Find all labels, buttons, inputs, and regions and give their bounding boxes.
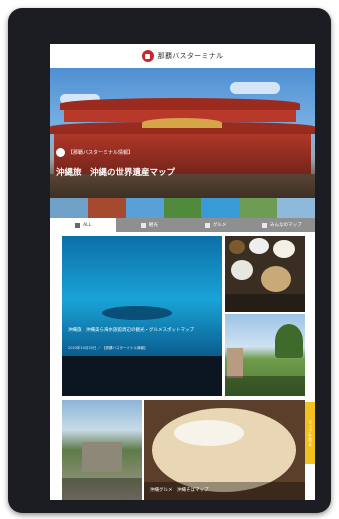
- camera-icon: [140, 222, 146, 228]
- bus-terminal-logo-icon[interactable]: [141, 50, 154, 62]
- hero-banner[interactable]: 【那覇バスターミナル情報】 沖縄旅 沖縄の世界遺産マップ: [50, 68, 315, 198]
- article-card-title: 沖縄旅 沖縄美ら海水族館周辺の観光・グルメスポットマップ: [68, 328, 194, 333]
- building-image: [227, 348, 243, 378]
- food-plate-image: [229, 240, 245, 254]
- article-card-soba[interactable]: 沖縄グルメ 沖縄そばマップ: [144, 400, 305, 500]
- article-card-title: 沖縄グルメ 沖縄そばマップ: [150, 488, 209, 493]
- hero-title[interactable]: 沖縄旅 沖縄の世界遺産マップ: [56, 166, 175, 178]
- thumbnail[interactable]: [277, 198, 315, 218]
- tablet-screen: 那覇バスターミナル 【那覇バスターミナル情報】 沖縄旅 沖縄の世界遺産マップ A…: [50, 44, 315, 500]
- tab-everyone-map[interactable]: みんなのマップ: [249, 218, 315, 232]
- grid-icon: [75, 222, 81, 228]
- food-plate-image: [231, 260, 253, 280]
- thumbnail[interactable]: [163, 198, 202, 218]
- castle-roof-upper: [60, 98, 300, 110]
- site-title[interactable]: 那覇バスターミナル: [158, 51, 224, 61]
- food-plate-image: [273, 240, 295, 258]
- tab-all[interactable]: ALL: [50, 218, 117, 232]
- card-caption-bar: [62, 478, 142, 500]
- article-card-stone-gate[interactable]: [62, 400, 142, 500]
- castle-gable: [142, 118, 222, 128]
- food-plate-image: [261, 266, 291, 292]
- thumbnail[interactable]: [201, 198, 240, 218]
- hero-author-label: 【那覇バスターミナル情報】: [68, 150, 134, 156]
- article-card-food[interactable]: [225, 236, 305, 312]
- tab-gourmet[interactable]: グルメ: [183, 218, 249, 232]
- food-plate-image: [249, 238, 269, 254]
- fishcake-image: [174, 420, 244, 446]
- visitor-silhouettes: [62, 356, 222, 396]
- side-map-tab[interactable]: マップを見る: [305, 402, 315, 464]
- cloud-decoration: [230, 82, 280, 94]
- share-icon: [262, 222, 268, 228]
- card-caption-bar: [225, 294, 305, 312]
- tablet-device: 那覇バスターミナル 【那覇バスターミナル情報】 沖縄旅 沖縄の世界遺産マップ A…: [8, 8, 331, 513]
- tab-label: みんなのマップ: [270, 223, 302, 228]
- card-caption-bar: [225, 376, 305, 396]
- food-icon: [204, 222, 210, 228]
- article-card-landscape[interactable]: [225, 314, 305, 396]
- category-tabs: ALL 観光 グルメ みんなのマップ: [50, 218, 315, 232]
- tree-image: [275, 324, 303, 358]
- tab-label: ALL: [83, 222, 92, 228]
- side-tab-label: マップを見る: [308, 419, 313, 447]
- thumbnail[interactable]: [125, 198, 164, 218]
- thumbnail[interactable]: [50, 198, 88, 218]
- hero-thumbnail-strip: [50, 198, 315, 218]
- tab-label: グルメ: [212, 223, 227, 228]
- article-card-meta: 2020年10月30日 ／ 【那覇バスターミナル情報】: [68, 346, 148, 350]
- hero-overlay: [50, 128, 315, 198]
- tab-sightseeing[interactable]: 観光: [116, 218, 182, 232]
- thumbnail[interactable]: [87, 198, 126, 218]
- site-header: 那覇バスターミナル: [50, 44, 315, 68]
- whale-shark-image: [102, 306, 172, 320]
- thumbnail[interactable]: [239, 198, 278, 218]
- tab-label: 観光: [148, 223, 158, 228]
- article-card-aquarium[interactable]: 沖縄旅 沖縄美ら海水族館周辺の観光・グルメスポットマップ 2020年10月30日…: [62, 236, 222, 396]
- user-icon: [56, 148, 65, 157]
- article-grid: 沖縄旅 沖縄美ら海水族館周辺の観光・グルメスポットマップ 2020年10月30日…: [50, 232, 315, 500]
- stone-gate-image: [82, 442, 122, 472]
- hero-author: 【那覇バスターミナル情報】: [56, 148, 133, 157]
